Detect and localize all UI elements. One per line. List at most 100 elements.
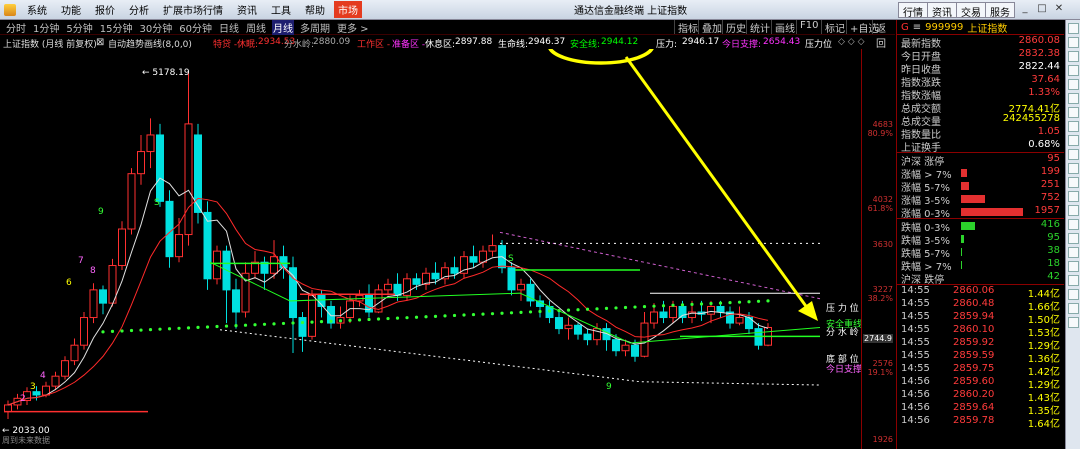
toolbar-tool-icon[interactable] — [1068, 121, 1079, 132]
quote-panel: G ≡ 999999 上证指数 最新指数 2860.08 今日开盘 2832.38 昨日… — [896, 20, 1064, 449]
support-dot — [623, 305, 628, 310]
toolbar-tool-icon[interactable] — [1068, 177, 1079, 188]
f10-button[interactable]: F10 — [796, 20, 821, 34]
support-dot — [405, 316, 409, 320]
stats-button[interactable]: 统计 — [746, 20, 773, 35]
toolbar-tool-icon[interactable] — [1068, 51, 1079, 62]
expand-icon[interactable]: ◇ ◇ ◇ — [838, 37, 865, 47]
news-button[interactable]: 资讯 — [927, 2, 957, 19]
close-icon[interactable]: ✕ — [1052, 3, 1066, 16]
toolbar-tool-icon[interactable] — [1068, 317, 1079, 328]
tab-monthly[interactable]: 月线 — [271, 19, 294, 35]
quote-value: 2832.38 — [1018, 48, 1060, 59]
axis-label-current: 2744.9 — [863, 334, 893, 343]
candle-body — [659, 311, 668, 319]
candle-body — [574, 324, 582, 335]
toolbar-tool-icon[interactable] — [1068, 289, 1079, 300]
low-price-label: ← 2033.00 — [2, 426, 50, 436]
quote-button[interactable]: 行情 — [898, 2, 928, 19]
toolbar-tool-icon[interactable] — [1068, 23, 1079, 34]
app-logo-icon — [4, 3, 16, 16]
candle-body — [89, 289, 98, 319]
tab-more[interactable]: 更多 > — [336, 20, 370, 35]
indicator-button[interactable]: 指标 — [674, 20, 701, 35]
toolbar-tool-icon[interactable] — [1068, 135, 1079, 146]
breadth-count: 1957 — [1034, 205, 1060, 216]
candle-body — [298, 317, 307, 337]
info-value-7: 2944.12 — [601, 37, 639, 47]
breadth-bar — [961, 222, 975, 230]
toolbar-tool-icon[interactable] — [1068, 93, 1079, 104]
toolbar-tool-icon[interactable] — [1068, 205, 1079, 216]
info-label-6: 生命线: — [498, 40, 529, 49]
td-count-label: 9 — [606, 382, 612, 392]
tab-weekly[interactable]: 周线 — [245, 20, 267, 35]
tab-30min[interactable]: 30分钟 — [138, 20, 173, 35]
support-dot — [243, 323, 248, 327]
candle-body — [707, 305, 715, 315]
toolbar-tool-icon[interactable] — [1068, 149, 1079, 160]
toolbar-tool-icon[interactable] — [1068, 247, 1079, 258]
tab-1min[interactable]: 1分钟 — [32, 20, 60, 35]
breadth-bar — [961, 195, 985, 203]
overlay-button[interactable]: 叠加 — [698, 20, 725, 35]
tab-timeshare[interactable]: 分时 — [5, 20, 27, 35]
toolbar-tool-icon[interactable] — [1068, 163, 1079, 174]
toolbar-tool-icon[interactable] — [1068, 107, 1079, 118]
indicator-name[interactable]: 自动趋势画线(8,0,0) — [108, 37, 192, 49]
support-dot — [357, 318, 362, 322]
toolbar-tool-icon[interactable] — [1068, 233, 1079, 244]
toolbar-tool-icon[interactable] — [1068, 191, 1079, 202]
menu-lines-icon[interactable]: ≡ — [913, 22, 921, 33]
tick-time: 14:56 — [901, 376, 930, 387]
toolbar-tool-icon[interactable] — [1068, 79, 1079, 90]
candle-body — [650, 311, 658, 324]
tab-15min[interactable]: 15分钟 — [99, 20, 134, 35]
tab-daily[interactable]: 日线 — [218, 20, 240, 35]
menu-function[interactable]: 功能 — [61, 2, 81, 17]
menu-analysis[interactable]: 分析 — [129, 2, 149, 17]
support-dot — [490, 312, 495, 316]
toolbar-tool-icon[interactable] — [1068, 219, 1079, 230]
annotation-arrow-head — [798, 301, 818, 321]
menu-extended-market[interactable]: 扩展市场行情 — [163, 2, 223, 17]
toolbar-tool-icon[interactable] — [1068, 275, 1079, 286]
maximize-icon[interactable]: □ — [1035, 3, 1049, 16]
candlestick-chart[interactable]: ← 5178.19← 2033.00周到未来数据压 力 位安全重线分 水 岭底 … — [0, 49, 895, 449]
toolbar-tool-icon[interactable] — [1068, 303, 1079, 314]
info-label-4: 准备区 - — [392, 40, 426, 49]
menu-market[interactable]: 市场 — [334, 1, 362, 18]
support-dot — [680, 303, 685, 307]
minimize-icon[interactable]: _ — [1018, 3, 1032, 16]
candle-body — [735, 317, 744, 324]
candle-body — [612, 339, 620, 352]
history-button[interactable]: 历史 — [722, 20, 749, 35]
toolbar-tool-icon[interactable] — [1068, 37, 1079, 48]
mark-button[interactable]: 标记 — [821, 20, 848, 35]
menu-news[interactable]: 资讯 — [237, 2, 257, 17]
support-dot — [395, 316, 400, 320]
support-dot — [690, 302, 694, 306]
toolbar-tool-icon[interactable] — [1068, 65, 1079, 76]
tab-60min[interactable]: 60分钟 — [178, 20, 213, 35]
trade-button[interactable]: 交易 — [956, 2, 986, 19]
service-button[interactable]: 服务 — [985, 2, 1015, 19]
draw-line-button[interactable]: 画线 — [771, 20, 798, 35]
info-label-7: 安全线: — [570, 40, 601, 49]
breadth-row: 跌幅 0-3% 416 — [897, 219, 1064, 234]
tab-multi-period[interactable]: 多周期 — [299, 20, 331, 35]
quote-value: 242455278 — [1002, 113, 1060, 124]
quote-row: 上证换手 0.68% — [897, 139, 1064, 154]
menu-quote[interactable]: 报价 — [95, 2, 115, 17]
toolbar-tool-icon[interactable] — [1068, 261, 1079, 272]
tab-5min[interactable]: 5分钟 — [65, 20, 93, 35]
menu-help[interactable]: 帮助 — [305, 2, 325, 17]
menu-tools[interactable]: 工具 — [271, 2, 291, 17]
quote-header: G ≡ 999999 上证指数 — [897, 20, 1064, 35]
breadth-count: 199 — [1040, 166, 1060, 177]
menu-system[interactable]: 系统 — [27, 2, 47, 17]
support-dot — [652, 304, 656, 308]
support-dot — [158, 327, 162, 331]
checkbox-icon[interactable]: ⊠ — [96, 37, 104, 48]
back-button[interactable]: 返回 — [872, 20, 895, 50]
